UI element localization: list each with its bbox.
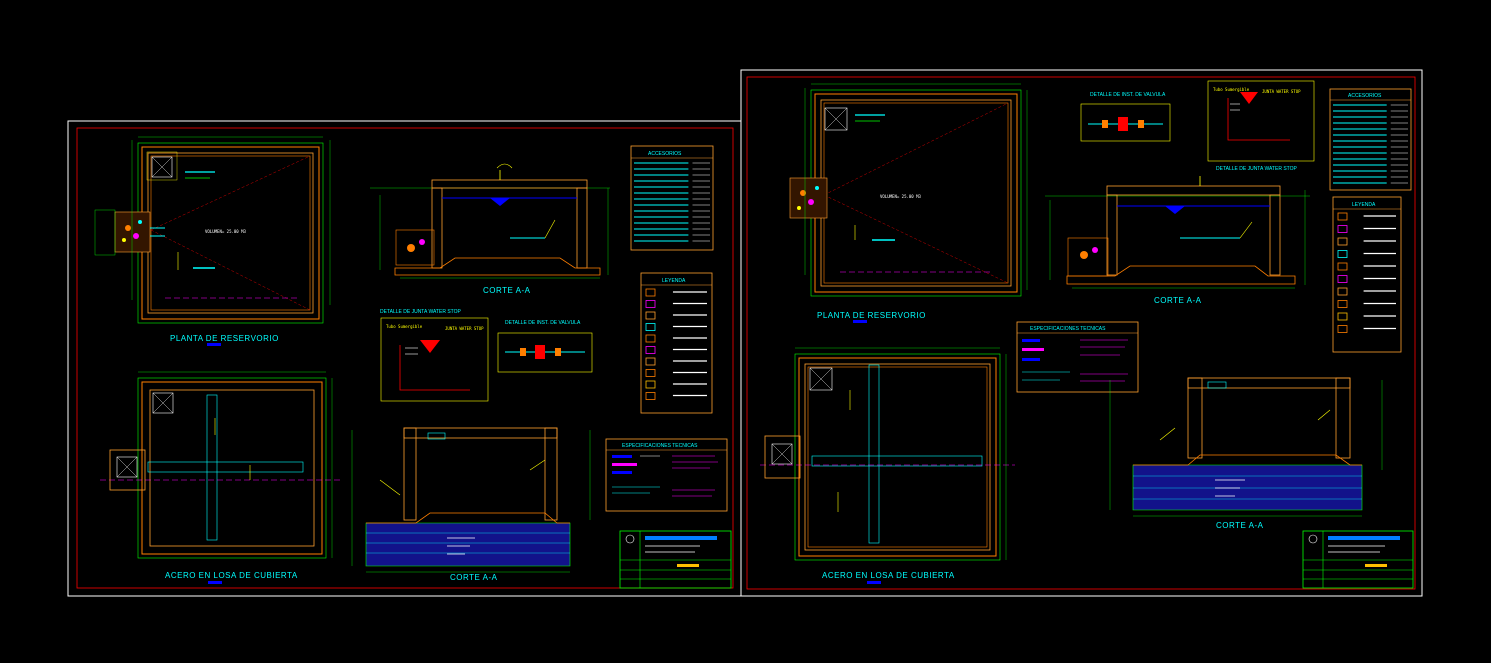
detalle-valvula-title-left: DETALLE DE INST. DE VALVULA <box>505 320 581 326</box>
junta-note-left: JUNTA WATER STOP <box>445 326 484 331</box>
sheet-left: VOLUMEN= 25.00 M3 PLANTA DE RESERVORIO C… <box>67 120 742 597</box>
acero-title-right: ACERO EN LOSA DE CUBIERTA <box>822 571 955 580</box>
leyenda-symbol <box>1337 300 1348 308</box>
accesorios-title-right: ACCESORIOS <box>1348 93 1382 99</box>
junta-label-left: Tubo Sumergible <box>386 324 423 329</box>
volumen-note-left: VOLUMEN= 25.00 M3 <box>205 229 247 234</box>
detalle-junta-title-left: DETALLE DE JUNTA WATER STOP <box>380 309 462 315</box>
leyenda-symbol <box>1337 262 1348 271</box>
accesorios-table-right: ACCESORIOS <box>1329 88 1412 191</box>
especificaciones-title-left: ESPECIFICACIONES TECNICAS <box>622 443 698 449</box>
leyenda-symbol <box>645 323 656 331</box>
accesorios-title-left: ACCESORIOS <box>648 151 682 157</box>
leyenda-symbol <box>645 369 656 377</box>
acero-losa-right: ACERO EN LOSA DE CUBIERTA <box>760 347 1015 584</box>
detalle-valvula-right: DETALLE DE INST. DE VALVULA <box>1080 92 1171 142</box>
corte-bottom-right: CORTE A-A <box>1109 377 1383 530</box>
corte-top-left: CORTE A-A <box>370 163 610 295</box>
junta-label-right: Tubo Sumergible <box>1213 87 1250 92</box>
corte-bottom-title-right: CORTE A-A <box>1216 521 1264 530</box>
planta-reservorio-left: VOLUMEN= 25.00 M3 PLANTA DE RESERVORIO <box>94 136 331 346</box>
leyenda-title-left: LEYENDA <box>662 278 686 284</box>
leyenda-symbol <box>1337 250 1348 258</box>
sheet-left-inner-border <box>76 127 734 589</box>
leyenda-symbol <box>1337 287 1348 296</box>
leyenda-symbol <box>645 346 656 354</box>
especificaciones-left: ESPECIFICACIONES TECNICAS <box>605 438 728 512</box>
acero-losa-left: ACERO EN LOSA DE CUBIERTA <box>100 371 340 584</box>
leyenda-symbol <box>1337 212 1348 221</box>
leyenda-symbol <box>645 392 656 400</box>
detalle-junta-left: DETALLE DE JUNTA WATER STOP Tubo Sumergi… <box>380 309 489 402</box>
leyenda-table-left: LEYENDA <box>640 272 713 414</box>
cad-drawing-canvas: VOLUMEN= 25.00 M3 PLANTA DE RESERVORIO C… <box>67 69 1423 597</box>
corte-top-title-left: CORTE A-A <box>483 286 531 295</box>
leyenda-table-right: LEYENDA <box>1332 196 1402 353</box>
leyenda-title-right: LEYENDA <box>1352 202 1376 208</box>
leyenda-symbol <box>1337 312 1348 321</box>
detalle-valvula-left: DETALLE DE INST. DE VALVULA <box>497 320 593 373</box>
planta-reservorio-right: VOLUMEN= 25.00 M3 PLANTA DE RESERVORIO <box>789 83 1028 323</box>
leyenda-symbol <box>645 288 656 297</box>
leyenda-symbol <box>645 334 656 343</box>
leyenda-symbol <box>1337 237 1348 246</box>
especificaciones-right: ESPECIFICACIONES TECNICAS <box>1016 321 1139 393</box>
title-block-left <box>619 530 732 589</box>
detalle-valvula-title-right: DETALLE DE INST. DE VALVULA <box>1090 92 1166 98</box>
leyenda-symbol <box>645 380 656 389</box>
title-block-right <box>1302 530 1414 589</box>
leyenda-symbol <box>645 357 656 366</box>
leyenda-symbol <box>1337 325 1348 333</box>
volumen-note-right: VOLUMEN= 25.00 M3 <box>880 194 922 199</box>
detalle-junta-title-right: DETALLE DE JUNTA WATER STOP <box>1216 166 1298 172</box>
accesorios-table-left: ACCESORIOS <box>630 145 714 251</box>
leyenda-symbol <box>645 311 656 320</box>
junta-note-right: JUNTA WATER STOP <box>1262 89 1301 94</box>
leyenda-symbol <box>1337 275 1348 283</box>
planta-title-left: PLANTA DE RESERVORIO <box>170 334 279 343</box>
corte-top-right: CORTE A-A <box>1045 176 1310 305</box>
acero-title-left: ACERO EN LOSA DE CUBIERTA <box>165 571 298 580</box>
leyenda-symbol <box>645 300 656 308</box>
especificaciones-title-right: ESPECIFICACIONES TECNICAS <box>1030 326 1106 332</box>
corte-bottom-left: CORTE A-A <box>351 427 591 582</box>
sheet-right: VOLUMEN= 25.00 M3 PLANTA DE RESERVORIO D… <box>740 69 1423 597</box>
corte-top-title-right: CORTE A-A <box>1154 296 1202 305</box>
detalle-junta-right: Tubo Sumergible JUNTA WATER STOP DETALLE… <box>1207 80 1315 172</box>
planta-title-right: PLANTA DE RESERVORIO <box>817 311 926 320</box>
corte-bottom-title-left: CORTE A-A <box>450 573 498 582</box>
leyenda-symbol <box>1337 225 1348 233</box>
